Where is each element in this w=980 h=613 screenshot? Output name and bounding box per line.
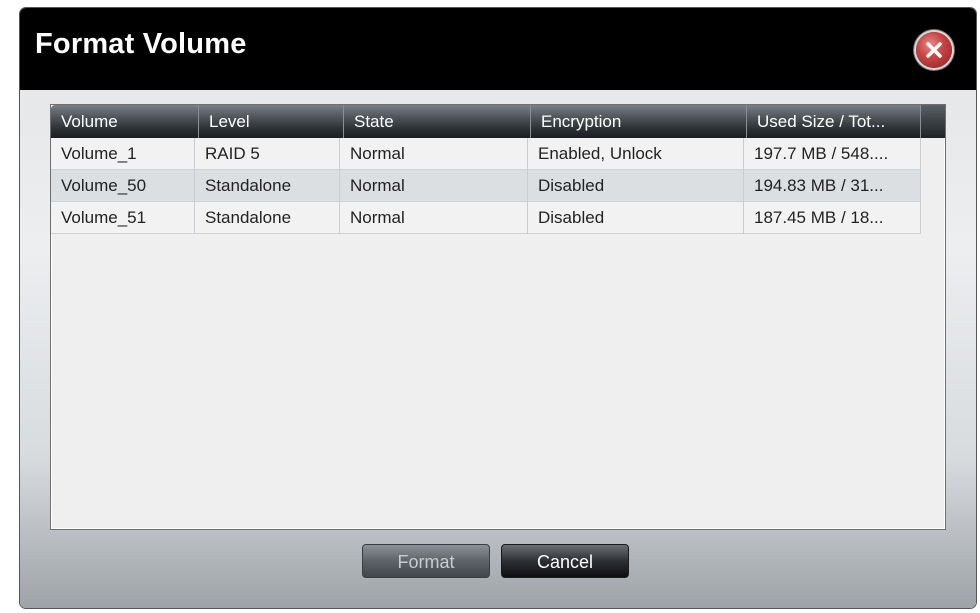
column-header-volume[interactable]: Volume <box>51 105 199 138</box>
cell-volume: Volume_1 <box>51 138 195 170</box>
cell-level: Standalone <box>195 170 340 202</box>
cell-state: Normal <box>340 138 528 170</box>
close-button[interactable] <box>916 32 952 68</box>
dialog-titlebar: Format Volume <box>20 8 976 90</box>
cell-encryption: Enabled, Unlock <box>528 138 744 170</box>
cell-volume: Volume_51 <box>51 202 195 234</box>
column-header-state[interactable]: State <box>344 105 531 138</box>
scrollbar-header-cap <box>921 105 945 138</box>
column-header-used-size[interactable]: Used Size / Tot... <box>747 105 921 138</box>
cell-state: Normal <box>340 202 528 234</box>
table-header: Volume Level State Encryption Used Size … <box>51 105 945 138</box>
cell-used-size: 187.45 MB / 18... <box>744 202 921 234</box>
table-row[interactable]: Volume_50 Standalone Normal Disabled 194… <box>51 170 921 202</box>
cell-encryption: Disabled <box>528 170 744 202</box>
table-row[interactable]: Volume_1 RAID 5 Normal Enabled, Unlock 1… <box>51 138 921 170</box>
cell-level: Standalone <box>195 202 340 234</box>
table-row[interactable]: Volume_51 Standalone Normal Disabled 187… <box>51 202 921 234</box>
cell-used-size: 194.83 MB / 31... <box>744 170 921 202</box>
cell-volume: Volume_50 <box>51 170 195 202</box>
format-button[interactable]: Format <box>362 544 490 578</box>
column-header-encryption[interactable]: Encryption <box>531 105 747 138</box>
format-volume-dialog: Format Volume Volume Level State Encrypt… <box>20 8 976 608</box>
cancel-button[interactable]: Cancel <box>501 544 629 578</box>
volume-table: Volume Level State Encryption Used Size … <box>50 104 946 530</box>
cell-state: Normal <box>340 170 528 202</box>
cell-encryption: Disabled <box>528 202 744 234</box>
dialog-title: Format Volume <box>35 28 247 60</box>
close-x-icon <box>926 42 942 58</box>
column-header-level[interactable]: Level <box>199 105 344 138</box>
cell-used-size: 197.7 MB / 548.... <box>744 138 921 170</box>
cell-level: RAID 5 <box>195 138 340 170</box>
